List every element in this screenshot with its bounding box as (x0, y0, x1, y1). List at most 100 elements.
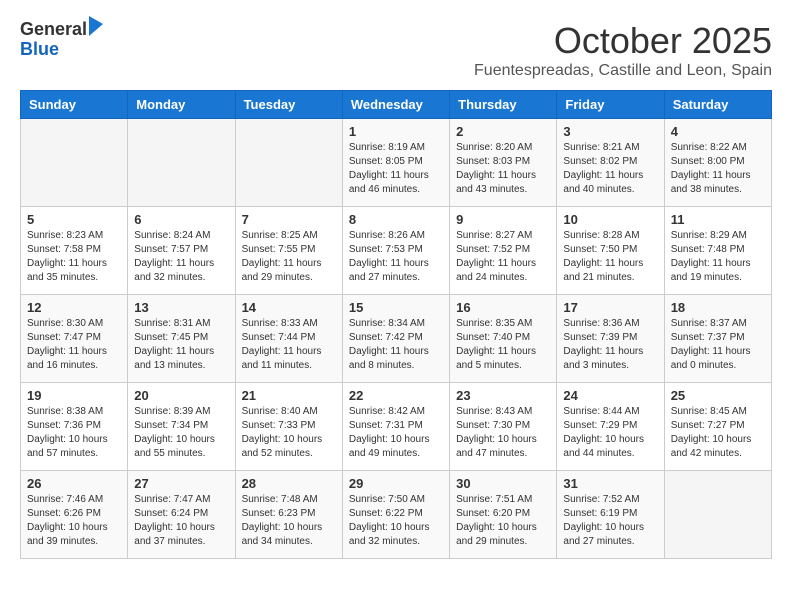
calendar-cell: 5 Sunrise: 8:23 AM Sunset: 7:58 PM Daylig… (21, 207, 128, 295)
week-row-3: 12Sunrise: 8:30 AM Sunset: 7:47 PM Dayli… (21, 295, 772, 383)
calendar-cell (21, 119, 128, 207)
day-info: Sunrise: 8:29 AM Sunset: 7:48 PM Dayligh… (671, 229, 765, 285)
day-header-saturday: Saturday (664, 91, 771, 119)
calendar-cell: 4 Sunrise: 8:22 AM Sunset: 8:00 PM Daylig… (664, 119, 771, 207)
day-info: Sunrise: 8:44 AM Sunset: 7:29 PM Dayligh… (563, 405, 657, 461)
day-number: 13 (134, 300, 228, 315)
day-info: Sunrise: 7:50 AM Sunset: 6:22 PM Dayligh… (349, 493, 443, 549)
month-title: October 2025 (474, 20, 772, 62)
day-header-thursday: Thursday (450, 91, 557, 119)
calendar-cell: 21 Sunrise: 8:40 AM Sunset: 7:33 PM Dayli… (235, 383, 342, 471)
calendar-cell: 14 Sunrise: 8:33 AM Sunset: 7:44 PM Dayli… (235, 295, 342, 383)
calendar-cell: 16 Sunrise: 8:35 AM Sunset: 7:40 PM Dayli… (450, 295, 557, 383)
day-info: Sunrise: 8:35 AM Sunset: 7:40 PM Dayligh… (456, 317, 550, 373)
logo: General Blue (20, 20, 103, 60)
day-info: Sunrise: 7:46 AM Sunset: 6:26 PM Dayligh… (27, 493, 121, 549)
calendar-cell: 3 Sunrise: 8:21 AM Sunset: 8:02 PM Daylig… (557, 119, 664, 207)
week-row-5: 26 Sunrise: 7:46 AM Sunset: 6:26 PM Dayli… (21, 471, 772, 559)
day-number: 21 (242, 388, 336, 403)
calendar-cell: 19 Sunrise: 8:38 AM Sunset: 7:36 PM Dayli… (21, 383, 128, 471)
day-number: 18 (671, 300, 765, 315)
day-info: Sunrise: 7:47 AM Sunset: 6:24 PM Dayligh… (134, 493, 228, 549)
day-number: 27 (134, 476, 228, 491)
day-info: Sunrise: 8:36 AM Sunset: 7:39 PM Dayligh… (563, 317, 657, 373)
calendar-cell: 31Sunrise: 7:52 AM Sunset: 6:19 PM Dayli… (557, 471, 664, 559)
day-info: Sunrise: 8:42 AM Sunset: 7:31 PM Dayligh… (349, 405, 443, 461)
day-info: Sunrise: 8:22 AM Sunset: 8:00 PM Dayligh… (671, 141, 765, 197)
calendar-cell (235, 119, 342, 207)
day-number: 3 (563, 124, 657, 139)
day-info: Sunrise: 8:27 AM Sunset: 7:52 PM Dayligh… (456, 229, 550, 285)
logo-general-text: General (20, 20, 87, 40)
day-number: 30 (456, 476, 550, 491)
calendar-header-row: SundayMondayTuesdayWednesdayThursdayFrid… (21, 91, 772, 119)
calendar-cell: 24Sunrise: 8:44 AM Sunset: 7:29 PM Dayli… (557, 383, 664, 471)
day-number: 1 (349, 124, 443, 139)
day-number: 5 (27, 212, 121, 227)
week-row-4: 19 Sunrise: 8:38 AM Sunset: 7:36 PM Dayli… (21, 383, 772, 471)
day-info: Sunrise: 8:40 AM Sunset: 7:33 PM Dayligh… (242, 405, 336, 461)
day-number: 29 (349, 476, 443, 491)
day-number: 12 (27, 300, 121, 315)
day-info: Sunrise: 8:19 AM Sunset: 8:05 PM Dayligh… (349, 141, 443, 197)
day-info: Sunrise: 8:34 AM Sunset: 7:42 PM Dayligh… (349, 317, 443, 373)
calendar-cell: 23 Sunrise: 8:43 AM Sunset: 7:30 PM Dayli… (450, 383, 557, 471)
day-info: Sunrise: 8:20 AM Sunset: 8:03 PM Dayligh… (456, 141, 550, 197)
day-info: Sunrise: 8:25 AM Sunset: 7:55 PM Dayligh… (242, 229, 336, 285)
day-number: 4 (671, 124, 765, 139)
day-info: Sunrise: 8:23 AM Sunset: 7:58 PM Dayligh… (27, 229, 121, 285)
day-number: 9 (456, 212, 550, 227)
day-header-wednesday: Wednesday (342, 91, 449, 119)
day-info: Sunrise: 8:26 AM Sunset: 7:53 PM Dayligh… (349, 229, 443, 285)
logo-icon (89, 16, 103, 36)
day-info: Sunrise: 8:21 AM Sunset: 8:02 PM Dayligh… (563, 141, 657, 197)
calendar-cell: 2 Sunrise: 8:20 AM Sunset: 8:03 PM Daylig… (450, 119, 557, 207)
calendar-cell: 7 Sunrise: 8:25 AM Sunset: 7:55 PM Daylig… (235, 207, 342, 295)
day-number: 23 (456, 388, 550, 403)
calendar-cell (664, 471, 771, 559)
page-header: General Blue October 2025 Fuentespreadas… (20, 20, 772, 80)
day-info: Sunrise: 8:43 AM Sunset: 7:30 PM Dayligh… (456, 405, 550, 461)
calendar-cell: 1 Sunrise: 8:19 AM Sunset: 8:05 PM Daylig… (342, 119, 449, 207)
week-row-1: 1 Sunrise: 8:19 AM Sunset: 8:05 PM Daylig… (21, 119, 772, 207)
day-number: 8 (349, 212, 443, 227)
calendar-cell: 29 Sunrise: 7:50 AM Sunset: 6:22 PM Dayli… (342, 471, 449, 559)
calendar-cell: 15 Sunrise: 8:34 AM Sunset: 7:42 PM Dayli… (342, 295, 449, 383)
calendar-cell: 25 Sunrise: 8:45 AM Sunset: 7:27 PM Dayli… (664, 383, 771, 471)
calendar-cell: 28 Sunrise: 7:48 AM Sunset: 6:23 PM Dayli… (235, 471, 342, 559)
day-info: Sunrise: 7:51 AM Sunset: 6:20 PM Dayligh… (456, 493, 550, 549)
week-row-2: 5 Sunrise: 8:23 AM Sunset: 7:58 PM Daylig… (21, 207, 772, 295)
calendar-cell: 18Sunrise: 8:37 AM Sunset: 7:37 PM Dayli… (664, 295, 771, 383)
day-info: Sunrise: 7:48 AM Sunset: 6:23 PM Dayligh… (242, 493, 336, 549)
day-number: 2 (456, 124, 550, 139)
calendar-cell: 11 Sunrise: 8:29 AM Sunset: 7:48 PM Dayli… (664, 207, 771, 295)
calendar-cell: 17 Sunrise: 8:36 AM Sunset: 7:39 PM Dayli… (557, 295, 664, 383)
day-number: 6 (134, 212, 228, 227)
day-number: 15 (349, 300, 443, 315)
day-info: Sunrise: 8:28 AM Sunset: 7:50 PM Dayligh… (563, 229, 657, 285)
calendar-table: SundayMondayTuesdayWednesdayThursdayFrid… (20, 90, 772, 559)
day-info: Sunrise: 8:45 AM Sunset: 7:27 PM Dayligh… (671, 405, 765, 461)
logo-blue-text: Blue (20, 40, 87, 60)
title-section: October 2025 Fuentespreadas, Castille an… (474, 20, 772, 80)
calendar-cell: 6Sunrise: 8:24 AM Sunset: 7:57 PM Daylig… (128, 207, 235, 295)
calendar-cell: 22 Sunrise: 8:42 AM Sunset: 7:31 PM Dayli… (342, 383, 449, 471)
day-number: 25 (671, 388, 765, 403)
calendar-cell (128, 119, 235, 207)
day-number: 22 (349, 388, 443, 403)
day-number: 19 (27, 388, 121, 403)
day-number: 16 (456, 300, 550, 315)
day-header-sunday: Sunday (21, 91, 128, 119)
day-info: Sunrise: 8:33 AM Sunset: 7:44 PM Dayligh… (242, 317, 336, 373)
day-number: 28 (242, 476, 336, 491)
day-number: 7 (242, 212, 336, 227)
calendar-cell: 20Sunrise: 8:39 AM Sunset: 7:34 PM Dayli… (128, 383, 235, 471)
day-info: Sunrise: 8:38 AM Sunset: 7:36 PM Dayligh… (27, 405, 121, 461)
day-number: 14 (242, 300, 336, 315)
calendar-cell: 8 Sunrise: 8:26 AM Sunset: 7:53 PM Daylig… (342, 207, 449, 295)
day-number: 11 (671, 212, 765, 227)
day-number: 26 (27, 476, 121, 491)
day-number: 17 (563, 300, 657, 315)
day-header-tuesday: Tuesday (235, 91, 342, 119)
calendar-cell: 26 Sunrise: 7:46 AM Sunset: 6:26 PM Dayli… (21, 471, 128, 559)
